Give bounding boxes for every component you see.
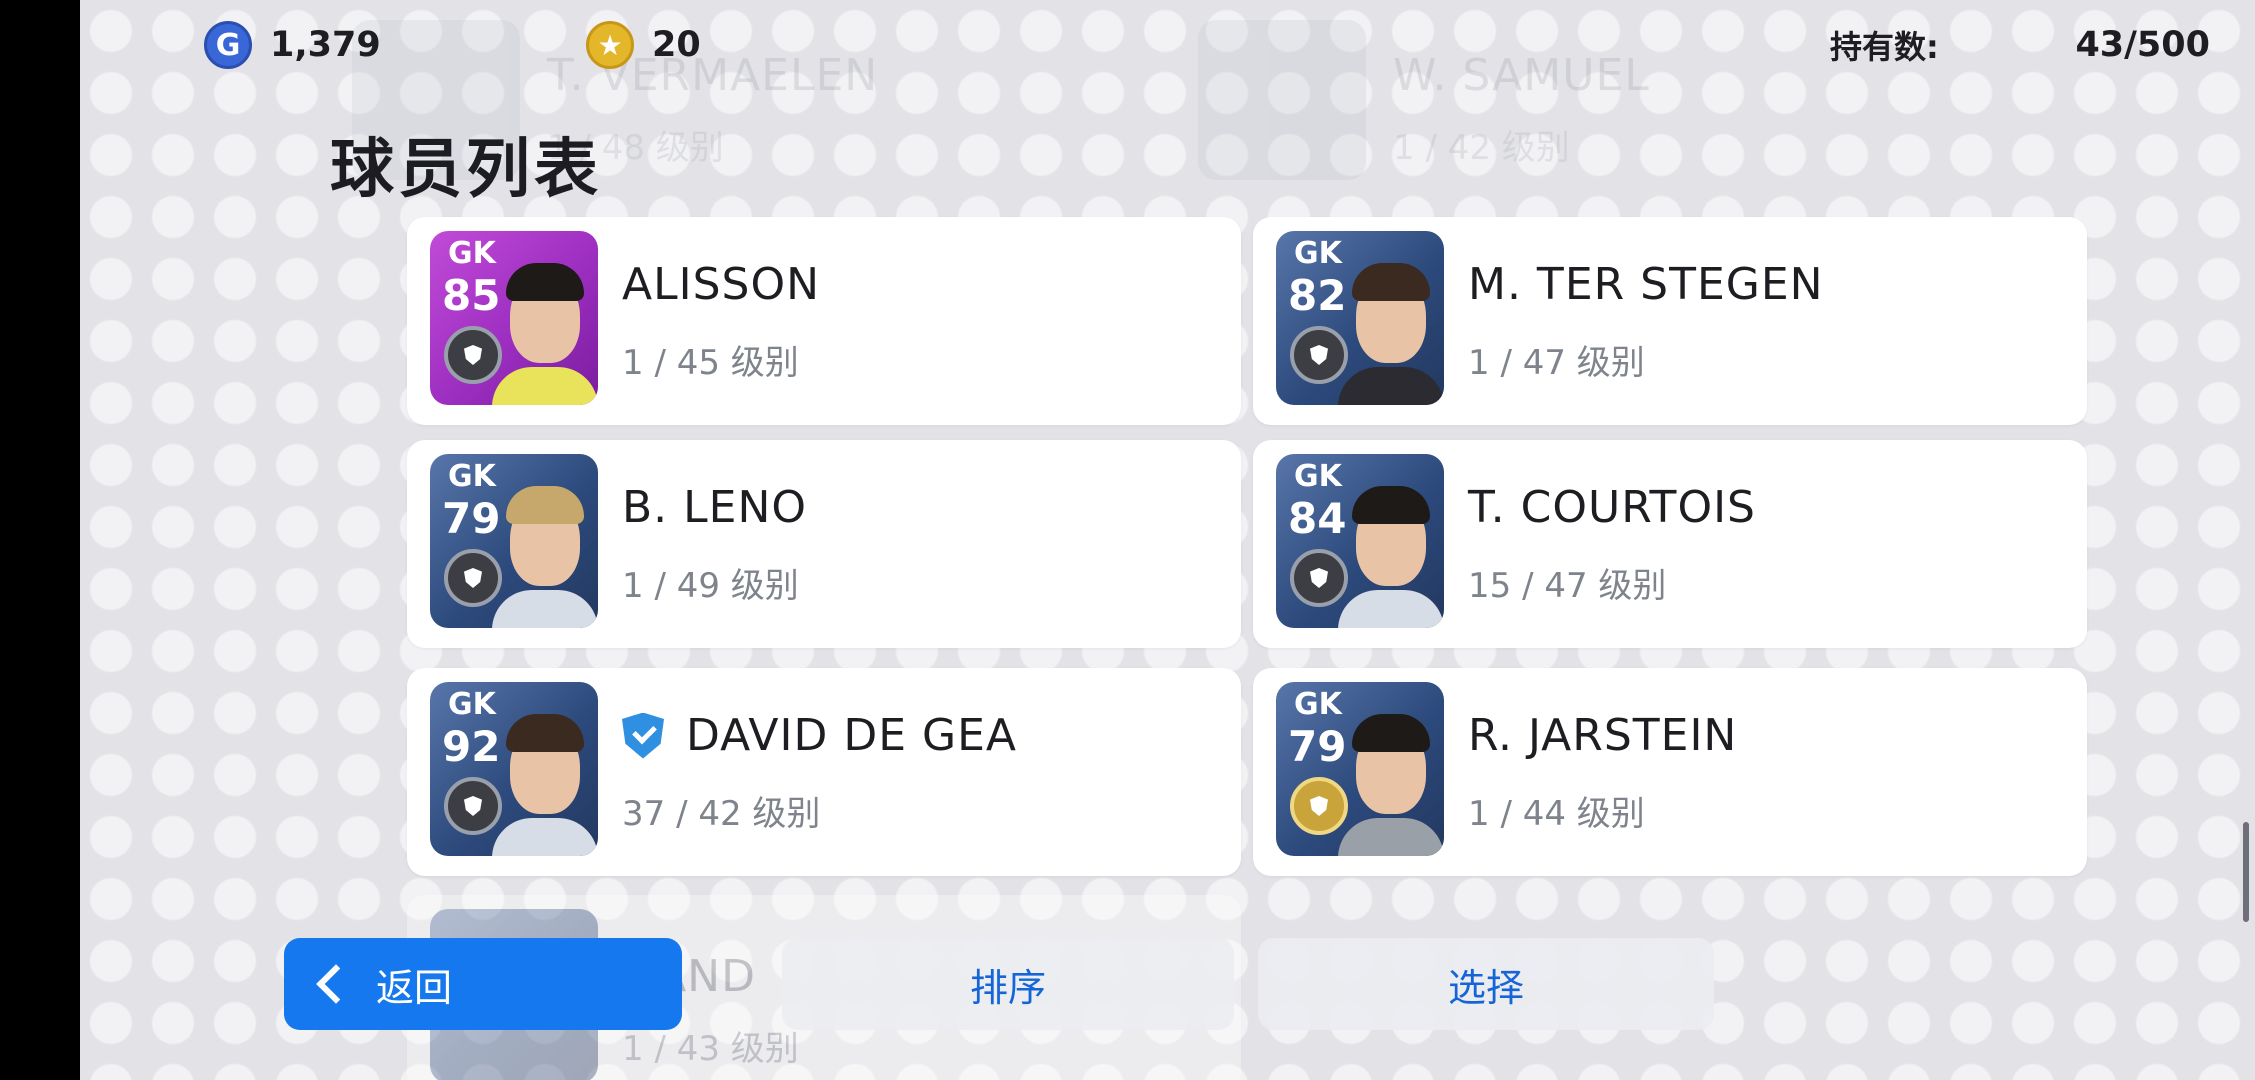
verified-shield-icon [622, 712, 664, 759]
player-photo [492, 478, 598, 628]
player-portrait: GK 79 [430, 454, 598, 628]
player-photo [492, 255, 598, 405]
player-position: GK [1294, 687, 1342, 722]
sort-button[interactable]: 排序 [782, 938, 1234, 1030]
scrollbar[interactable] [2243, 822, 2249, 922]
player-position: GK [448, 687, 496, 722]
gp-balance: G 1,379 [204, 21, 381, 69]
player-badge-icon [444, 777, 502, 835]
player-name-text: B. LENO [622, 482, 808, 533]
player-card[interactable]: GK 79 R. JARSTEIN 1 / 44 级别 [1253, 668, 2087, 876]
select-button[interactable]: 选择 [1258, 938, 1714, 1030]
player-name-text: R. JARSTEIN [1468, 710, 1738, 761]
player-name: T. COURTOIS [1468, 482, 1756, 533]
player-position: GK [448, 236, 496, 271]
player-level: 1 / 44 级别 [1468, 794, 1645, 834]
player-name-text: ALISSON [622, 259, 820, 310]
gp-icon: G [204, 21, 252, 69]
player-portrait: GK 79 [1276, 682, 1444, 856]
chevron-left-icon [316, 964, 356, 1004]
player-card[interactable]: GK 84 T. COURTOIS 15 / 47 级别 [1253, 440, 2087, 648]
player-name-text: T. COURTOIS [1468, 482, 1756, 533]
player-portrait: GK 84 [1276, 454, 1444, 628]
player-name: R. JARSTEIN [1468, 710, 1737, 761]
player-card[interactable]: GK 79 B. LENO 1 / 49 级别 [407, 440, 1241, 648]
gp-amount: 1,379 [270, 25, 381, 65]
background-player-level: 1 / 42 级别 [1393, 128, 1570, 168]
player-level: 1 / 47 级别 [1468, 343, 1645, 383]
player-name: ALISSON [622, 259, 820, 310]
player-photo [1338, 706, 1444, 856]
player-level: 1 / 49 级别 [622, 566, 799, 606]
player-photo [492, 706, 598, 856]
player-badge-icon [444, 549, 502, 607]
player-name: DAVID DE GEA [622, 710, 1017, 761]
player-level: 1 / 45 级别 [622, 343, 799, 383]
coin-amount: 20 [652, 25, 701, 65]
player-photo [1338, 478, 1444, 628]
player-card[interactable]: GK 85 ALISSON 1 / 45 级别 [407, 217, 1241, 425]
player-badge-icon [1290, 549, 1348, 607]
player-card[interactable]: GK 82 M. TER STEGEN 1 / 47 级别 [1253, 217, 2087, 425]
player-position: GK [1294, 459, 1342, 494]
back-button[interactable]: 返回 [284, 938, 682, 1030]
player-portrait: GK 92 [430, 682, 598, 856]
player-name-text: DAVID DE GEA [686, 710, 1017, 761]
page-title: 球员列表 [330, 133, 602, 207]
player-portrait: GK 85 [430, 231, 598, 405]
player-badge-icon [444, 326, 502, 384]
player-level: 15 / 47 级别 [1468, 566, 1667, 606]
screen: T. VERMAELEN 1 / 48 级别 W. SAMUEL 1 / 42 … [80, 0, 2255, 1080]
player-level: 37 / 42 级别 [622, 794, 821, 834]
player-badge-icon [1290, 326, 1348, 384]
player-position: GK [1294, 236, 1342, 271]
player-card[interactable]: GK 92 DAVID DE GEA 37 / 42 级别 [407, 668, 1241, 876]
player-position: GK [448, 459, 496, 494]
owned-label: 持有数: [1830, 28, 1939, 66]
coin-balance: ★ 20 [586, 21, 701, 69]
player-portrait: GK 82 [1276, 231, 1444, 405]
background-player-portrait [1198, 20, 1366, 180]
player-badge-icon [1290, 777, 1348, 835]
player-photo [1338, 255, 1444, 405]
player-name: M. TER STEGEN [1468, 259, 1824, 310]
star-coin-icon: ★ [586, 21, 634, 69]
player-name: B. LENO [622, 482, 807, 533]
player-name-text: M. TER STEGEN [1468, 259, 1824, 310]
back-button-label: 返回 [376, 965, 453, 1010]
background-player-name: W. SAMUEL [1393, 50, 1650, 101]
owned-count: 持有数: 43/500 [1830, 20, 2210, 70]
owned-value: 43/500 [2075, 25, 2210, 65]
